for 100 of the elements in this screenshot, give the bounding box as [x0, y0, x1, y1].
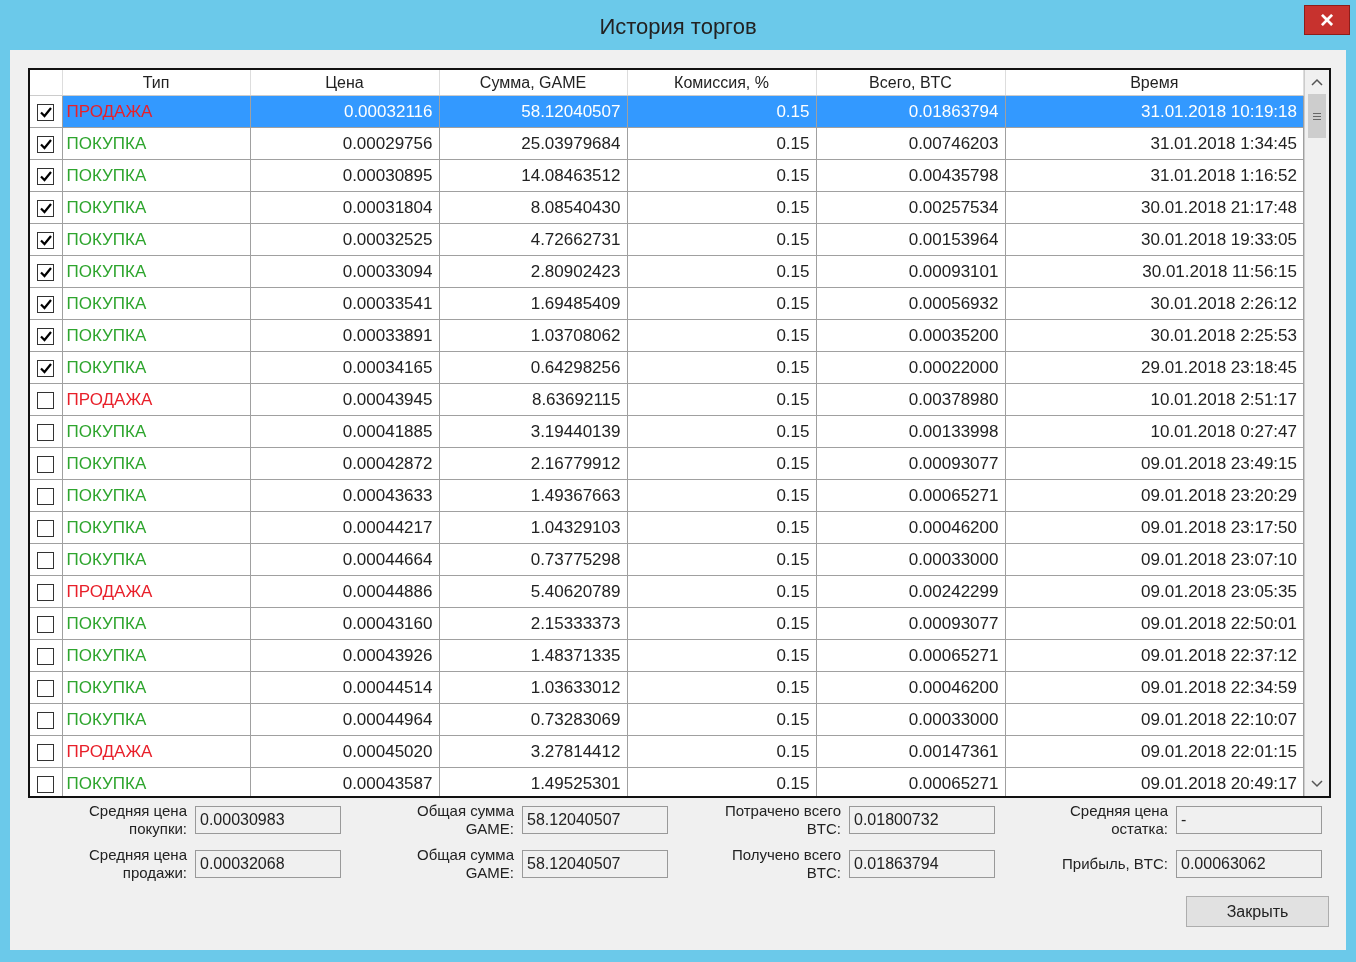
table-cell: ПОКУПКА [62, 319, 250, 352]
checkbox[interactable] [37, 647, 55, 665]
table-cell: 1.03633012 [439, 671, 627, 704]
table-row[interactable]: ПОКУПКА 0.00043633 1.49367663 0.15 0.00065271 09.01.2018 23:20:29 [30, 479, 1304, 512]
checkbox[interactable] [37, 679, 55, 697]
checkbox[interactable] [37, 551, 55, 569]
column-header[interactable]: Время [1005, 70, 1304, 96]
window-title: История торгов [599, 14, 757, 40]
checkbox[interactable] [37, 743, 55, 761]
table-cell: 0.15 [627, 287, 816, 320]
table-row[interactable]: ПОКУПКА 0.00033541 1.69485409 0.15 0.00056932 30.01.2018 2:26:12 [30, 287, 1304, 320]
table-row[interactable]: ПОКУПКА 0.00031804 8.08540430 0.15 0.00257534 30.01.2018 21:17:48 [30, 191, 1304, 224]
checkbox[interactable] [37, 423, 55, 441]
table-cell: 0.00044514 [250, 671, 439, 704]
checkbox[interactable] [37, 455, 55, 473]
value-field[interactable]: 0.00032068 [195, 850, 341, 878]
checkbox[interactable] [37, 519, 55, 537]
field-label: Средняя цена остатка: [1068, 802, 1168, 838]
table-row[interactable]: ПРОДАЖА 0.00045020 3.27814412 0.15 0.00147361 09.01.2018 22:01:15 [30, 735, 1304, 768]
scroll-down-icon[interactable] [1311, 780, 1323, 788]
table-cell: 0.15 [627, 255, 816, 288]
scroll-up-icon[interactable] [1311, 78, 1323, 86]
scroll-thumb[interactable] [1308, 94, 1326, 138]
column-header[interactable]: Цена [250, 70, 439, 96]
field-label: Общая сумма GAME: [415, 846, 514, 882]
table-cell: 0.15 [627, 543, 816, 576]
column-header[interactable]: Тип [62, 70, 250, 96]
table-cell: 0.15 [627, 767, 816, 796]
table-cell: ПОКУПКА [62, 703, 250, 736]
value-field[interactable]: 58.12040507 [522, 850, 668, 878]
table-row[interactable]: ПРОДАЖА 0.00044886 5.40620789 0.15 0.00242299 09.01.2018 23:05:35 [30, 575, 1304, 608]
checkbox[interactable] [37, 615, 55, 633]
column-header[interactable]: Сумма, GAME [439, 70, 627, 96]
close-dialog-button[interactable]: Закрыть [1186, 896, 1329, 927]
table-cell: 0.00093077 [816, 447, 1005, 480]
table-cell: 5.40620789 [439, 575, 627, 608]
checkbox[interactable] [37, 391, 55, 409]
field-label: Потрачено всего BTC: [723, 802, 841, 838]
table-cell: 31.01.2018 1:16:52 [1005, 159, 1304, 192]
value-field[interactable]: 0.01800732 [849, 806, 995, 834]
table-cell: ПОКУПКА [62, 543, 250, 576]
table-cell: 0.00030895 [250, 159, 439, 192]
table-cell: 0.00032116 [250, 95, 439, 128]
table-cell: 31.01.2018 1:34:45 [1005, 127, 1304, 160]
table-row[interactable]: ПОКУПКА 0.00044217 1.04329103 0.15 0.00046200 09.01.2018 23:17:50 [30, 511, 1304, 544]
value-field[interactable]: 0.00030983 [195, 806, 341, 834]
column-header[interactable]: Всего, BTC [816, 70, 1005, 96]
table-cell: ПОКУПКА [62, 639, 250, 672]
table-row[interactable]: ПОКУПКА 0.00029756 25.03979684 0.15 0.00746203 31.01.2018 1:34:45 [30, 127, 1304, 160]
table-row[interactable]: ПОКУПКА 0.00033891 1.03708062 0.15 0.00035200 30.01.2018 2:25:53 [30, 319, 1304, 352]
checkbox[interactable] [37, 359, 55, 377]
table-row[interactable]: ПОКУПКА 0.00043587 1.49525301 0.15 0.00065271 09.01.2018 20:49:17 [30, 767, 1304, 796]
checkbox[interactable] [37, 231, 55, 249]
table-cell: 0.15 [627, 351, 816, 384]
table-row[interactable]: ПОКУПКА 0.00034165 0.64298256 0.15 0.00022000 29.01.2018 23:18:45 [30, 351, 1304, 384]
table-row[interactable]: ПОКУПКА 0.00044664 0.73775298 0.15 0.00033000 09.01.2018 23:07:10 [30, 543, 1304, 576]
checkbox[interactable] [37, 167, 55, 185]
value-field[interactable]: - [1176, 806, 1322, 834]
table-cell: 09.01.2018 22:37:12 [1005, 639, 1304, 672]
table-cell: 0.73775298 [439, 543, 627, 576]
scrollbar[interactable] [1304, 70, 1329, 796]
value-field[interactable]: 0.01863794 [849, 850, 995, 878]
checkbox[interactable] [37, 711, 55, 729]
table-row[interactable]: ПОКУПКА 0.00033094 2.80902423 0.15 0.00093101 30.01.2018 11:56:15 [30, 255, 1304, 288]
checkbox[interactable] [37, 327, 55, 345]
checkbox[interactable] [37, 135, 55, 153]
table-row[interactable]: ПОКУПКА 0.00032525 4.72662731 0.15 0.00153964 30.01.2018 19:33:05 [30, 223, 1304, 256]
table-row[interactable]: ПОКУПКА 0.00044514 1.03633012 0.15 0.00046200 09.01.2018 22:34:59 [30, 671, 1304, 704]
table-cell: ПОКУПКА [62, 671, 250, 704]
close-button[interactable]: × [1304, 5, 1350, 35]
checkbox[interactable] [37, 295, 55, 313]
table-cell: 09.01.2018 23:49:15 [1005, 447, 1304, 480]
checkbox[interactable] [37, 487, 55, 505]
checkbox[interactable] [37, 263, 55, 281]
checkbox[interactable] [37, 583, 55, 601]
table-row[interactable]: ПОКУПКА 0.00042872 2.16779912 0.15 0.00093077 09.01.2018 23:49:15 [30, 447, 1304, 480]
value-field[interactable]: 0.00063062 [1176, 850, 1322, 878]
table-cell: 10.01.2018 2:51:17 [1005, 383, 1304, 416]
table-row[interactable]: ПОКУПКА 0.00043926 1.48371335 0.15 0.00065271 09.01.2018 22:37:12 [30, 639, 1304, 672]
table-row[interactable]: ПОКУПКА 0.00041885 3.19440139 0.15 0.00133998 10.01.2018 0:27:47 [30, 415, 1304, 448]
table-cell: 0.00043160 [250, 607, 439, 640]
table-cell: 0.00093077 [816, 607, 1005, 640]
table-cell: 0.15 [627, 447, 816, 480]
table-row[interactable]: ПОКУПКА 0.00043160 2.15333373 0.15 0.00093077 09.01.2018 22:50:01 [30, 607, 1304, 640]
checkbox[interactable] [37, 775, 55, 793]
checkbox[interactable] [37, 103, 55, 121]
field-label: Прибыль, BTC: [1062, 855, 1168, 873]
column-header[interactable]: Комиссия, % [627, 70, 816, 96]
table-cell: 09.01.2018 22:01:15 [1005, 735, 1304, 768]
table-cell: ПОКУПКА [62, 767, 250, 796]
table-cell: ПОКУПКА [62, 607, 250, 640]
table-cell: 0.15 [627, 671, 816, 704]
table-row[interactable]: ПОКУПКА 0.00030895 14.08463512 0.15 0.00435798 31.01.2018 1:16:52 [30, 159, 1304, 192]
table-cell: ПОКУПКА [62, 415, 250, 448]
value-field[interactable]: 58.12040507 [522, 806, 668, 834]
table-row[interactable]: ПОКУПКА 0.00044964 0.73283069 0.15 0.00033000 09.01.2018 22:10:07 [30, 703, 1304, 736]
table-row[interactable]: ПРОДАЖА 0.00043945 8.63692115 0.15 0.00378980 10.01.2018 2:51:17 [30, 383, 1304, 416]
table-cell: ПОКУПКА [62, 159, 250, 192]
table-cell: 0.00044886 [250, 575, 439, 608]
checkbox[interactable] [37, 199, 55, 217]
